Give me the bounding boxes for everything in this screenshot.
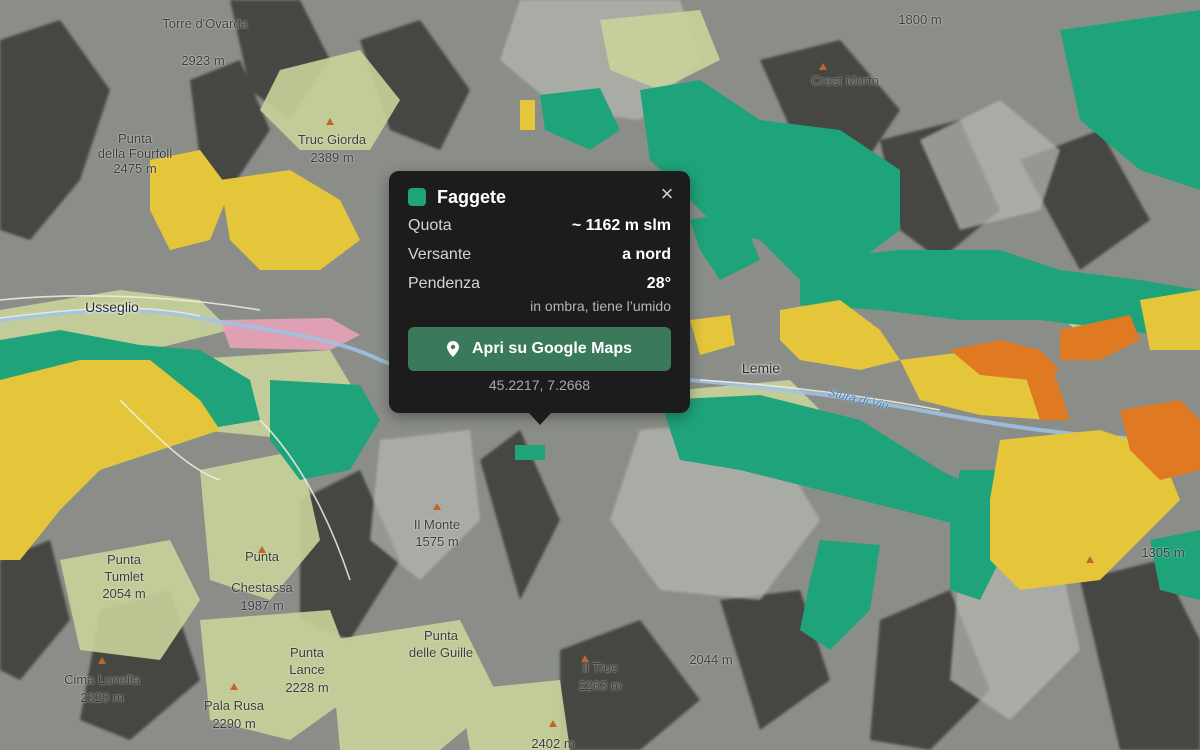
map-label-punta-guille: Punta (424, 628, 458, 643)
map-label-torre-ovarda: Torre d'Ovarda (162, 16, 248, 31)
map-label-truc-giorda-elev: 2389 m (310, 150, 354, 165)
peak-marker (258, 546, 266, 553)
map-label-elev-1305: 1305 m (1141, 545, 1185, 560)
map-label-pala-rusa: Pala Rusa (204, 698, 264, 713)
popup-row-versante: Versante a nord (408, 246, 671, 267)
popup-title: Faggete (437, 186, 507, 207)
row-label: Pendenza (408, 275, 481, 292)
row-value: ~ 1162 m slm (571, 217, 671, 234)
popup-row-quota: Quota ~ 1162 m slm (408, 217, 671, 238)
map-label-punta-chestassa-2: Chestassa (231, 580, 293, 595)
map-label-cima-lunella-elev: 2320 m (80, 690, 124, 705)
open-google-maps-button[interactable]: Apri su Google Maps (408, 327, 671, 371)
legend-swatch (408, 188, 426, 206)
map-label-alpe-elev: 1800 m (898, 12, 942, 27)
row-label: Versante (408, 246, 472, 263)
popup-row-pendenza: Pendenza 28° (408, 275, 671, 296)
map-label-punta-fourfoll-elev: 2475 m (113, 161, 157, 176)
row-value: 28° (646, 275, 671, 292)
map-label-truc-giorda: Truc Giorda (297, 132, 367, 147)
map-label-lemie: Lemie (741, 360, 781, 376)
map-label-il-truc-elev: 2263 m (578, 678, 622, 693)
peak-marker (326, 118, 334, 125)
open-google-maps-label: Apri su Google Maps (471, 340, 632, 357)
map-label-punta-lance-2: Lance (289, 662, 325, 677)
popup-coordinates: 45.2217, 7.2668 (488, 377, 591, 393)
map-label-punta-chestassa-elev: 1987 m (240, 598, 284, 613)
map-label-pala-rusa-elev: 2290 m (212, 716, 256, 731)
peak-marker (433, 503, 441, 510)
map-label-usseglio: Usseglio (85, 299, 139, 315)
map-label-il-truc: Il Truc (582, 660, 618, 675)
map-label-cresta: Crest Morto (811, 73, 879, 88)
peak-marker (1086, 556, 1094, 563)
peak-marker (819, 63, 827, 70)
map-label-ovarda-elev: 2923 m (181, 53, 225, 68)
map-label-punta-guille-2: delle Guille (408, 645, 474, 660)
map-label-punta-lance: Punta (290, 645, 324, 660)
map-label-punta-tumlet-2: Tumlet (104, 569, 144, 584)
map-label-elev-2402: 2402 m (531, 736, 575, 750)
peak-marker (581, 655, 589, 662)
map-label-il-monte: Il Monte (413, 517, 461, 532)
map-view[interactable]: Torre d'Ovarda 2923 m Punta della Fourfo… (0, 0, 1200, 750)
peak-marker (230, 683, 238, 690)
popup-tip (528, 412, 552, 425)
peak-marker (549, 720, 557, 727)
row-value: a nord (622, 246, 671, 263)
map-label-punta-lance-elev: 2228 m (285, 680, 329, 695)
map-label-il-monte-elev: 1575 m (415, 534, 459, 549)
popup-header: Faggete (408, 185, 671, 209)
map-pin-icon (446, 341, 459, 357)
map-label-punta-fourfoll: Punta (118, 131, 152, 146)
popup-note: in ombra, tiene l’umido (530, 298, 671, 314)
map-label-cima-lunella: Cima Lunella (64, 672, 140, 687)
row-label: Quota (408, 217, 452, 234)
peak-marker (98, 657, 106, 664)
close-icon[interactable]: × (657, 183, 677, 205)
map-label-elev-2044: 2044 m (689, 652, 733, 667)
map-label-punta-tumlet: Punta (107, 552, 141, 567)
map-label-punta-fourfoll-2: della Fourfoll (97, 146, 173, 161)
map-label-punta-tumlet-elev: 2054 m (102, 586, 146, 601)
map-popup: × Faggete Quota ~ 1162 m slm Versante a … (389, 171, 690, 425)
